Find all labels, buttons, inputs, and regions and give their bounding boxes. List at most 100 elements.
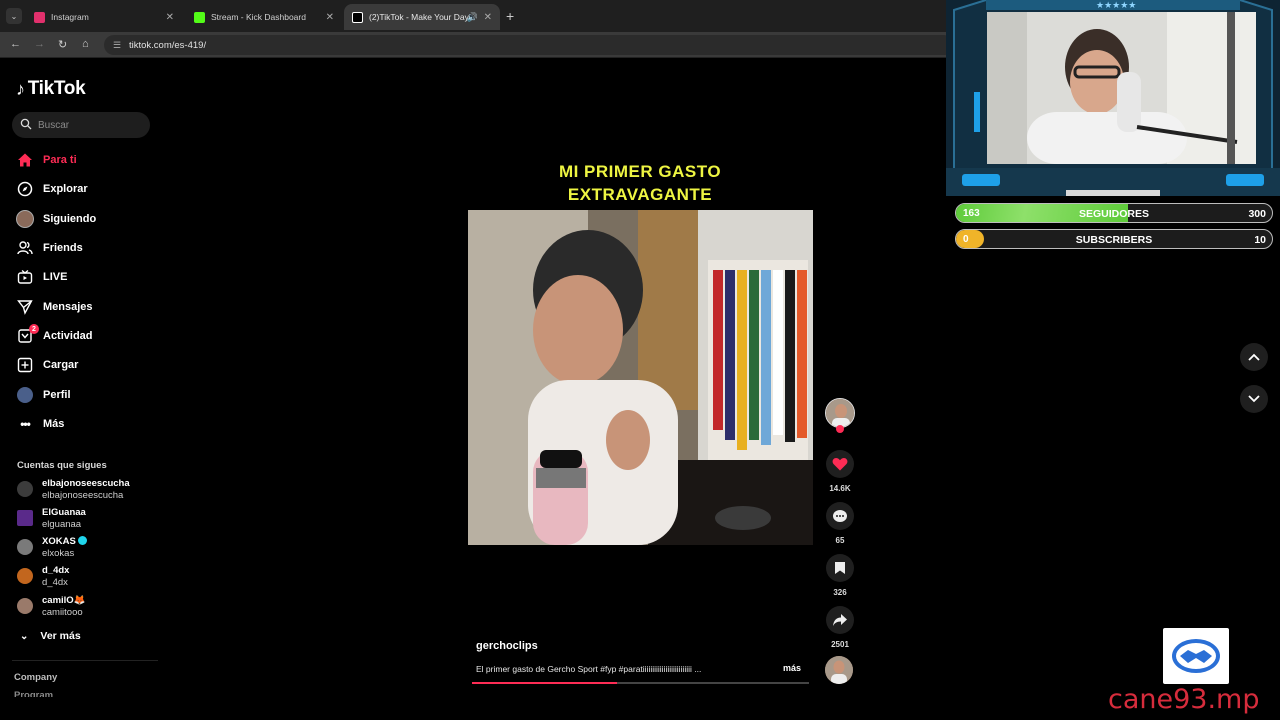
sidebar-divider: [12, 660, 158, 661]
previous-video-button[interactable]: [1240, 343, 1268, 371]
account-avatar: [17, 598, 33, 614]
followed-account-item[interactable]: XOKAS elxokas: [17, 536, 87, 560]
url-text: tiktok.com/es-419/: [129, 39, 207, 51]
tab-title: Instagram: [51, 12, 89, 22]
new-tab-button[interactable]: +: [506, 8, 514, 24]
video-caption-title: MI PRIMER GASTO EXTRAVAGANTE: [500, 160, 780, 206]
friends-icon: [16, 239, 34, 257]
nav-label: Siguiendo: [43, 213, 97, 225]
site-info-icon[interactable]: ☰: [113, 40, 121, 51]
followed-account-item[interactable]: ElGuanaa elguanaa: [17, 507, 86, 531]
save-button[interactable]: [826, 554, 854, 582]
followers-goal: 300: [1248, 208, 1266, 220]
account-name: elbajonoseescucha: [42, 478, 130, 489]
video-description: El primer gasto de Gercho Sport #fyp #pa…: [476, 664, 702, 674]
like-count: 14.6K: [829, 484, 851, 493]
live-icon: [16, 268, 34, 286]
account-handle: camiitooo: [42, 607, 83, 618]
nav-label: LIVE: [43, 271, 68, 283]
subscribers-label: SUBSCRIBERS: [1075, 234, 1153, 246]
close-tab-icon[interactable]: ✕: [326, 12, 334, 23]
tiktok-logo[interactable]: ♪ TikTok: [16, 78, 86, 100]
forward-icon[interactable]: →: [34, 38, 45, 50]
close-tab-icon[interactable]: ✕: [166, 12, 174, 23]
speaker-icon[interactable]: 🔊: [467, 12, 478, 23]
tab-instagram[interactable]: Instagram ✕: [26, 4, 182, 30]
account-name: d_4dx: [42, 565, 70, 576]
verified-badge-icon: [77, 536, 87, 545]
like-button[interactable]: [826, 450, 854, 478]
kick-favicon-icon: [194, 11, 205, 23]
nav-label: Más: [43, 418, 65, 430]
reload-icon[interactable]: ↻: [58, 38, 67, 51]
nav-friends[interactable]: Friends: [16, 237, 83, 259]
chevron-up-icon: [1248, 353, 1260, 361]
subscribers-goal: 10: [1254, 234, 1266, 246]
nav-para-ti[interactable]: Para ti: [16, 149, 77, 171]
mercadopago-logo: [1163, 628, 1229, 684]
nav-label: Perfil: [43, 389, 71, 401]
nav-mas[interactable]: ••• Más: [16, 413, 64, 435]
account-avatar: [17, 568, 33, 584]
more-dots-icon: •••: [20, 417, 31, 431]
search-input[interactable]: Buscar: [12, 112, 150, 138]
tab-search-button[interactable]: ⌄: [6, 8, 22, 24]
followed-account-item[interactable]: camilO🦊 camiitooo: [17, 595, 86, 619]
search-icon: [20, 118, 32, 130]
creator-avatar[interactable]: [825, 398, 855, 428]
tab-kick-dashboard[interactable]: Stream - Kick Dashboard ✕: [186, 4, 342, 30]
account-name: ElGuanaa: [42, 507, 86, 518]
nav-label: Explorar: [43, 183, 88, 195]
address-bar[interactable]: ☰ tiktok.com/es-419/: [104, 35, 954, 55]
next-video-button[interactable]: [1240, 385, 1268, 413]
follow-plus-icon[interactable]: [836, 425, 844, 433]
followed-account-item[interactable]: elbajonoseescucha elbajonoseescucha: [17, 478, 130, 502]
account-handle: elguanaa: [42, 519, 82, 530]
tiktok-favicon-icon: [352, 11, 363, 23]
footer-program-link[interactable]: Program: [14, 690, 53, 697]
comment-button[interactable]: [826, 502, 854, 530]
sponsor-name: cane93.mp: [1108, 684, 1260, 715]
nav-siguiendo[interactable]: Siguiendo: [16, 208, 96, 230]
video-title-line: EXTRAVAGANTE: [567, 185, 713, 204]
comment-icon: [833, 509, 847, 522]
account-handle: d_4dx: [42, 577, 68, 588]
close-tab-icon[interactable]: ✕: [484, 12, 492, 23]
followers-label: SEGUIDORES: [1078, 208, 1149, 220]
more-description-button[interactable]: más: [783, 663, 801, 673]
webcam-streamer-illustration: [987, 12, 1256, 164]
nav-label: Para ti: [43, 154, 77, 166]
see-more-label: Ver más: [40, 630, 81, 642]
footer-company-link[interactable]: Company: [14, 672, 57, 683]
compass-icon: [16, 180, 34, 198]
nav-label: Cargar: [43, 359, 79, 371]
nav-cargar[interactable]: Cargar: [16, 354, 78, 376]
see-more-button[interactable]: ⌄ Ver más: [20, 630, 81, 642]
webcam-feed: [987, 12, 1256, 164]
profile-avatar-icon: [16, 386, 34, 404]
browser-toolbar: ← → ↻ ⌂ ☰ tiktok.com/es-419/: [0, 32, 965, 58]
video-author[interactable]: gerchoclips: [476, 640, 538, 652]
nav-actividad[interactable]: 2 Actividad: [16, 324, 93, 347]
share-button[interactable]: [826, 606, 854, 634]
tab-title: (2)TikTok - Make Your Day: [369, 12, 469, 22]
bookmark-icon: [835, 562, 845, 574]
save-count: 326: [833, 588, 847, 597]
home-browser-icon[interactable]: ⌂: [82, 38, 89, 50]
video-progress-bar[interactable]: [472, 682, 809, 684]
notification-badge: 2: [29, 324, 39, 334]
tab-tiktok[interactable]: (2)TikTok - Make Your Day 🔊 ✕: [344, 4, 500, 30]
nav-explorar[interactable]: Explorar: [16, 178, 88, 200]
handshake-icon: [1172, 639, 1220, 673]
nav-live[interactable]: LIVE: [16, 266, 67, 288]
nav-mensajes[interactable]: Mensajes: [16, 296, 93, 318]
nav-perfil[interactable]: Perfil: [16, 384, 71, 406]
followed-account-item[interactable]: d_4dx d_4dx: [17, 565, 69, 589]
video-title-line: MI PRIMER GASTO: [558, 162, 722, 181]
video-player[interactable]: [468, 210, 813, 545]
logo-text: TikTok: [27, 78, 86, 99]
back-icon[interactable]: ←: [10, 38, 21, 50]
account-avatar: [17, 510, 33, 526]
instagram-favicon-icon: [34, 11, 45, 23]
sound-disc-avatar[interactable]: [825, 656, 853, 684]
